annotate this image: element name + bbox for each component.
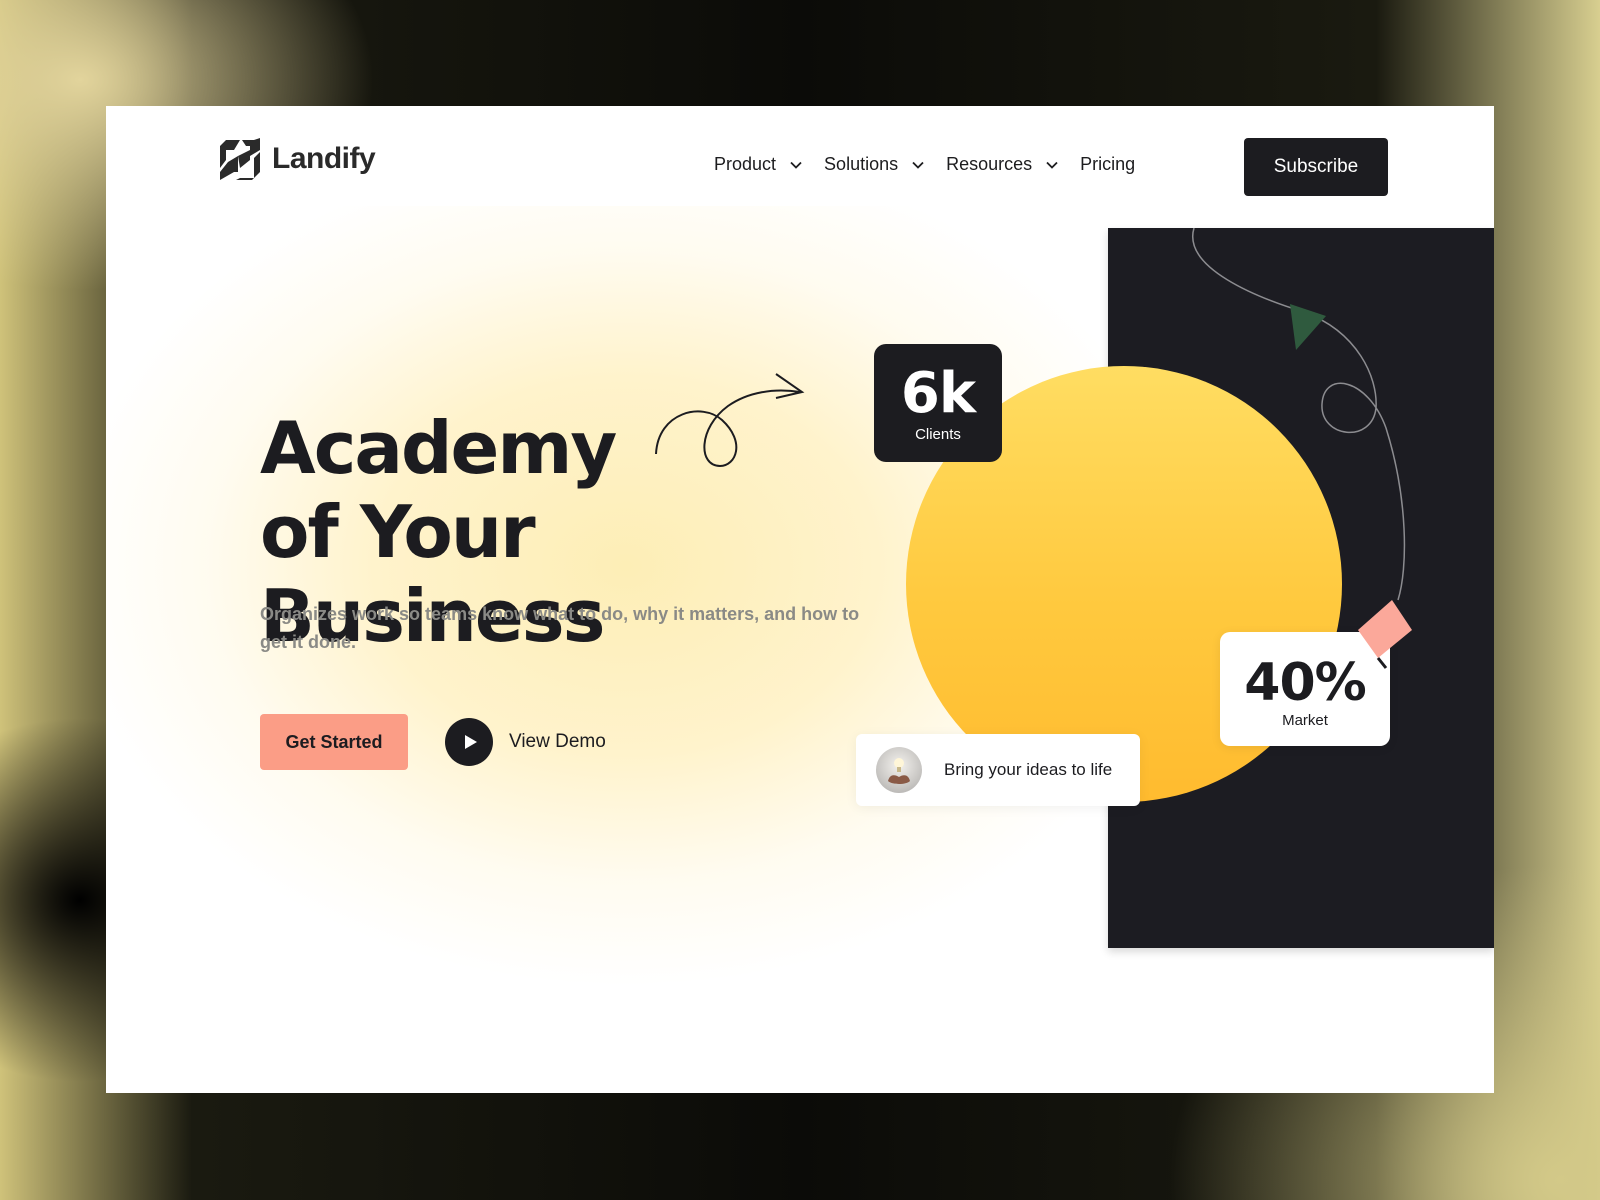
nav-item-label: Solutions bbox=[824, 154, 899, 174]
clients-stat-label: Clients bbox=[915, 426, 961, 443]
hero-subtext: Organizes work so teams know what to do,… bbox=[260, 604, 860, 652]
main-nav: Product Solutions Resources Pricing bbox=[714, 154, 1135, 175]
play-button-circle bbox=[445, 718, 493, 766]
chevron-down-icon bbox=[790, 161, 802, 169]
avatar bbox=[876, 747, 922, 793]
view-demo-label: View Demo bbox=[509, 731, 606, 752]
brand-logo[interactable]: Landify bbox=[220, 138, 376, 180]
nav-item-label: Resources bbox=[946, 154, 1033, 174]
pink-flag-graphic bbox=[1358, 600, 1412, 669]
clients-stat-card: 6k Clients bbox=[874, 344, 1002, 462]
idea-card-text: Bring your ideas to life bbox=[944, 760, 1113, 779]
nav-item-label: Pricing bbox=[1080, 154, 1136, 174]
nav-item-pricing[interactable]: Pricing bbox=[1080, 154, 1135, 175]
subscribe-button[interactable]: Subscribe bbox=[1244, 138, 1388, 196]
chevron-down-icon bbox=[1046, 161, 1058, 169]
nav-item-product[interactable]: Product bbox=[714, 154, 802, 175]
nav-item-label: Product bbox=[714, 154, 777, 174]
market-stat-label: Market bbox=[1282, 712, 1328, 729]
lightbulb-hand-icon bbox=[888, 758, 910, 784]
clients-stat-value: 6k bbox=[900, 361, 976, 426]
logo-mark-icon bbox=[220, 138, 260, 180]
view-demo-button[interactable]: View Demo bbox=[445, 718, 606, 766]
chevron-down-icon bbox=[912, 161, 924, 169]
nav-item-resources[interactable]: Resources bbox=[946, 154, 1058, 175]
landing-page-frame: Landify Product Solutions Resources Pric… bbox=[106, 106, 1494, 1093]
get-started-button[interactable]: Get Started bbox=[260, 714, 408, 770]
nav-item-solutions[interactable]: Solutions bbox=[824, 154, 924, 175]
play-icon bbox=[464, 735, 477, 749]
idea-card: Bring your ideas to life bbox=[856, 734, 1140, 806]
curl-arrow-icon bbox=[655, 373, 805, 468]
brand-name: Landify bbox=[272, 142, 376, 175]
